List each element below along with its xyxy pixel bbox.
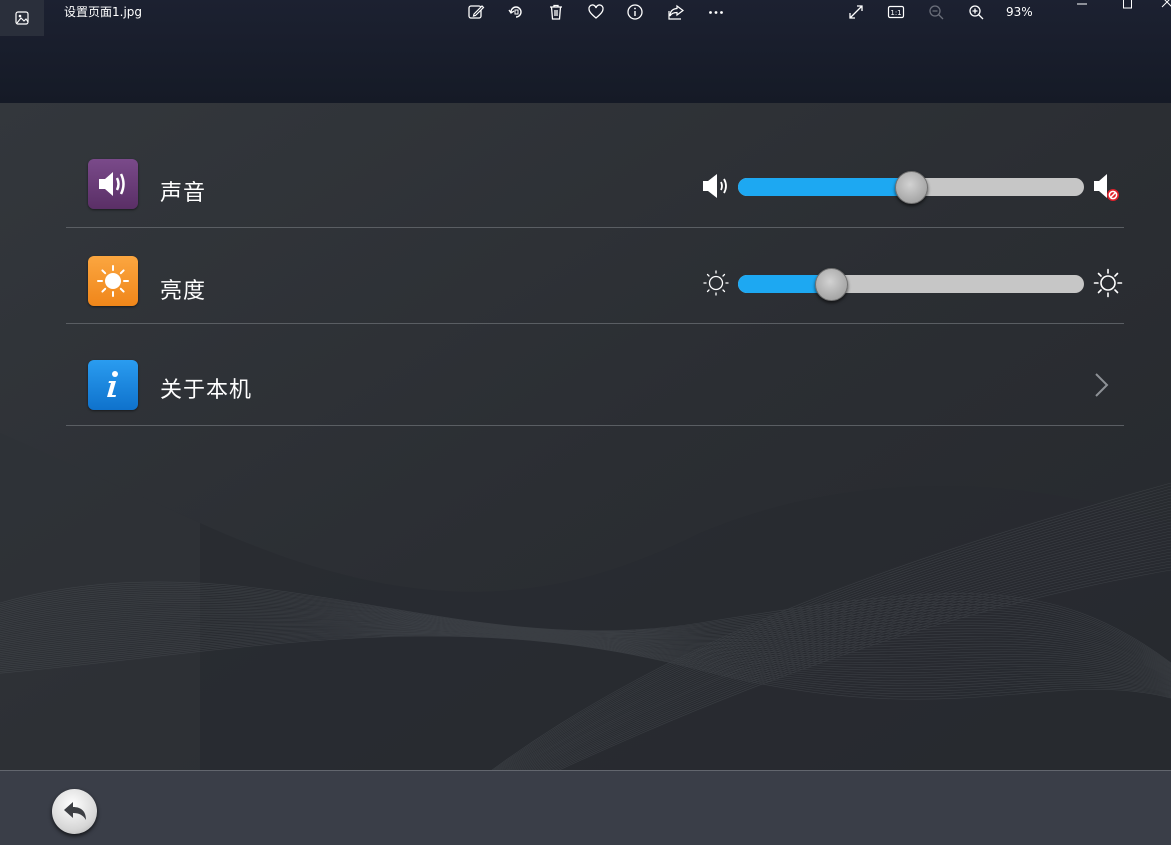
favorite-icon[interactable]: [585, 2, 607, 22]
more-icon[interactable]: [705, 2, 727, 22]
viewer-titlebar: 设置页面1.jpg 1:1 93%: [0, 0, 1171, 103]
fullscreen-icon[interactable]: [845, 2, 867, 22]
svg-text:1:1: 1:1: [890, 9, 901, 17]
file-name: 设置页面1.jpg: [64, 5, 143, 19]
minimize-icon[interactable]: [1075, 0, 1089, 12]
sun-bright-icon[interactable]: [1093, 268, 1123, 298]
settings-label-about: 关于本机: [160, 378, 253, 403]
settings-row-about[interactable]: 关于本机: [66, 324, 1124, 426]
back-button[interactable]: [52, 789, 97, 834]
sun-dim-icon[interactable]: [702, 269, 730, 297]
settings-label-sound: 声音: [160, 181, 207, 206]
settings-row-brightness: 亮度: [66, 228, 1124, 324]
close-icon[interactable]: [1160, 0, 1171, 12]
volume-slider-fill: [738, 178, 911, 196]
actual-size-icon[interactable]: 1:1: [885, 2, 907, 22]
rotate-icon[interactable]: [505, 2, 527, 22]
chevron-right-icon[interactable]: [1092, 372, 1112, 398]
delete-icon[interactable]: [545, 2, 567, 22]
volume-slider-knob[interactable]: [894, 171, 928, 204]
speaker-low-icon[interactable]: [700, 171, 732, 201]
share-icon[interactable]: [665, 2, 687, 22]
zoom-in-icon[interactable]: [965, 2, 987, 22]
brightness-slider[interactable]: [738, 268, 1088, 301]
edit-image-icon[interactable]: [465, 2, 487, 22]
speaker-mute-icon[interactable]: [1092, 171, 1126, 203]
maximize-icon[interactable]: [1121, 0, 1135, 12]
settings-row-sound: 声音: [66, 151, 1124, 228]
brightness-slider-knob[interactable]: [814, 268, 848, 301]
back-arrow-icon: [63, 801, 86, 820]
brightness-slider-track[interactable]: [738, 275, 1084, 293]
settings-screen: 声音 亮度 关于本机: [0, 103, 1171, 845]
zoom-out-icon[interactable]: [925, 2, 947, 22]
sun-icon: [88, 256, 138, 306]
volume-slider[interactable]: [738, 171, 1088, 204]
speaker-icon: [88, 159, 138, 209]
info-icon[interactable]: [624, 2, 646, 22]
info-icon: [88, 360, 138, 410]
photos-app-icon[interactable]: [0, 0, 44, 36]
settings-label-brightness: 亮度: [160, 279, 207, 304]
bottom-bar: [0, 770, 1171, 845]
zoom-level[interactable]: 93%: [1006, 4, 1033, 20]
